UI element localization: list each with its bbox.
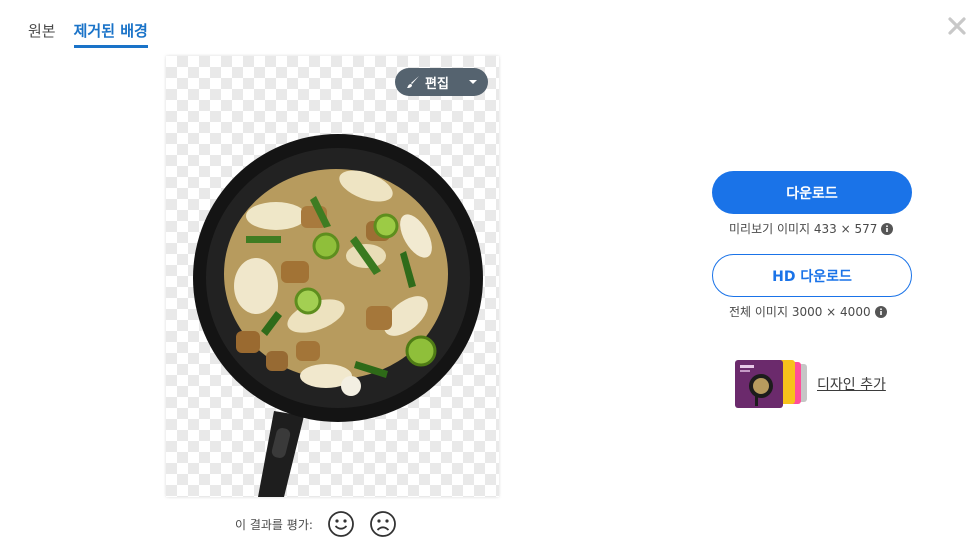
full-size-label: 전체 이미지 3000 × 4000	[729, 305, 871, 319]
download-button[interactable]: 다운로드	[712, 171, 912, 214]
design-thumbnails	[735, 360, 811, 408]
brush-icon	[405, 74, 421, 90]
rating-bar: 이 결과를 평가:	[235, 510, 397, 538]
add-design[interactable]: 디자인 추가	[735, 360, 886, 408]
smile-icon[interactable]	[327, 510, 355, 538]
info-icon[interactable]	[874, 305, 887, 318]
view-tabs: 원본 제거된 배경	[28, 20, 148, 48]
hd-download-button[interactable]: HD 다운로드	[712, 254, 912, 297]
rating-label: 이 결과를 평가:	[235, 517, 313, 532]
add-design-label[interactable]: 디자인 추가	[817, 374, 886, 394]
preview-size-info: 미리보기 이미지 433 × 577	[729, 220, 894, 237]
edit-label: 편집	[425, 76, 449, 92]
food-pan-image	[193, 134, 483, 497]
preview-size-label: 미리보기 이미지 433 × 577	[729, 222, 878, 236]
info-icon[interactable]	[881, 222, 894, 235]
close-icon[interactable]	[943, 12, 971, 40]
result-preview	[166, 56, 499, 497]
edit-button[interactable]: 편집	[395, 68, 488, 96]
tab-removed-background[interactable]: 제거된 배경	[73, 20, 148, 48]
tab-original[interactable]: 원본	[28, 20, 56, 48]
chevron-down-icon[interactable]	[468, 76, 478, 86]
full-size-info: 전체 이미지 3000 × 4000	[729, 303, 887, 320]
frown-icon[interactable]	[369, 510, 397, 538]
